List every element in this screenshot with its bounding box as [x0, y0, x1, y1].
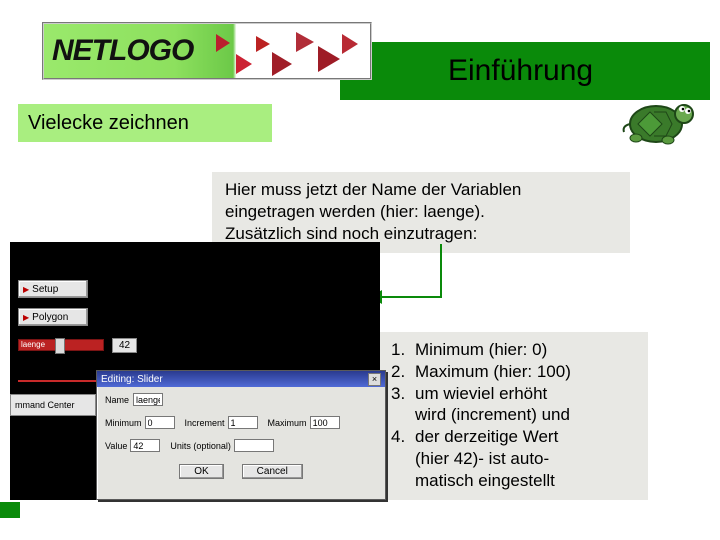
increment-label: Increment [185, 418, 225, 428]
cancel-button[interactable]: Cancel [242, 464, 303, 479]
list-number: 4. [391, 426, 415, 448]
maximum-input[interactable] [310, 416, 340, 429]
slider-name: laenge [21, 340, 45, 349]
turtle-icon [618, 88, 702, 150]
slider-rail[interactable]: laenge [18, 339, 104, 351]
decoration [0, 502, 20, 518]
screenshot-panel: ▶Setup ▶Polygon laenge 42 mmand Center E… [10, 242, 380, 500]
list-text: wird (increment) und [415, 404, 637, 426]
dialog-titlebar[interactable]: Editing: Slider × [97, 371, 385, 387]
button-label: Cancel [257, 466, 288, 477]
subtitle-box: Vielecke zeichnen [18, 104, 272, 142]
setup-button[interactable]: ▶Setup [18, 280, 88, 298]
button-label: Setup [32, 284, 58, 295]
name-label: Name [105, 395, 129, 405]
instruction-line: Hier muss jetzt der Name der Variablen [225, 179, 619, 201]
command-center-label: mmand Center [10, 394, 96, 416]
value-input[interactable] [130, 439, 160, 452]
leader-line [440, 244, 442, 296]
list-text: matisch eingestellt [415, 470, 637, 492]
slider-thumb[interactable] [55, 338, 65, 354]
slider-value: 42 [112, 338, 137, 353]
list-text: Minimum (hier: 0) [415, 339, 637, 361]
leader-line [380, 296, 442, 298]
slider[interactable]: laenge 42 [18, 336, 148, 354]
slide-title: Einführung [448, 54, 593, 88]
logo-decoration [210, 24, 370, 82]
subtitle: Vielecke zeichnen [28, 112, 189, 135]
slide: Einführung NETLOGO Vielecke zeichnen Hie… [0, 0, 720, 540]
list-number: 2. [391, 361, 415, 383]
list-number: 1. [391, 339, 415, 361]
editing-slider-dialog: Editing: Slider × Name Minimum Increment… [96, 370, 386, 500]
units-input[interactable] [234, 439, 274, 452]
list-text: (hier 42)- ist auto- [415, 448, 637, 470]
logo-text: NETLOGO [52, 34, 193, 68]
name-input[interactable] [133, 393, 163, 406]
maximum-label: Maximum [268, 418, 307, 428]
play-icon: ▶ [23, 313, 29, 322]
button-label: Polygon [32, 312, 68, 323]
instruction-card-2: 1.Minimum (hier: 0) 2.Maximum (hier: 100… [378, 332, 648, 500]
minimum-input[interactable] [145, 416, 175, 429]
minimum-label: Minimum [105, 418, 142, 428]
dialog-title: Editing: Slider [101, 374, 163, 385]
close-icon[interactable]: × [368, 373, 381, 386]
increment-input[interactable] [228, 416, 258, 429]
list-text: der derzeitige Wert [415, 426, 637, 448]
ok-button[interactable]: OK [179, 464, 223, 479]
list-number: 3. [391, 383, 415, 405]
value-label: Value [105, 441, 127, 451]
instruction-line: eingetragen werden (hier: laenge). [225, 201, 619, 223]
instruction-line: Zusätzlich sind noch einzutragen: [225, 223, 619, 245]
polygon-button[interactable]: ▶Polygon [18, 308, 88, 326]
logo-banner: NETLOGO [42, 22, 372, 80]
button-label: OK [194, 466, 208, 477]
list-text: um wieviel erhöht [415, 383, 637, 405]
list-text: Maximum (hier: 100) [415, 361, 637, 383]
play-icon: ▶ [23, 285, 29, 294]
units-label: Units (optional) [170, 441, 231, 451]
